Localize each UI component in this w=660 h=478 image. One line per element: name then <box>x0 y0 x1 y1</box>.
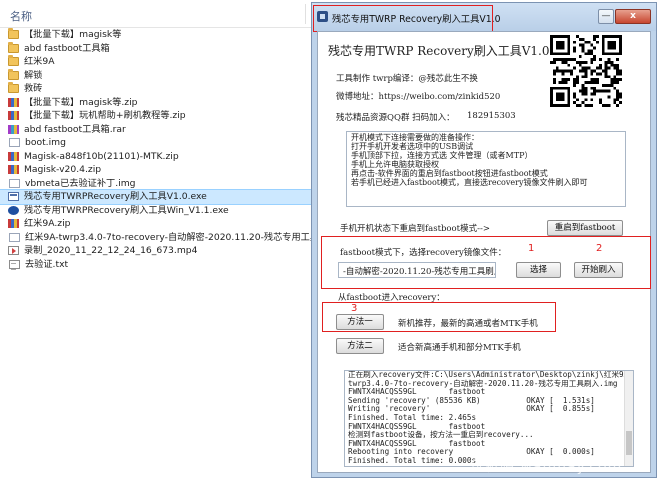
file-list: 【批量下载】magisk等 abd fastboot工具箱 红米9A 解锁救砖【批量下… <box>0 28 358 272</box>
method-two-description: 适合新高通手机和部分MTK手机 <box>398 343 521 353</box>
app-file-icon <box>8 205 19 215</box>
file-row[interactable]: 救砖 <box>0 82 312 96</box>
output-log[interactable]: 正在刷入recovery文件:C:\Users\Administrator\De… <box>344 370 634 467</box>
minimize-button[interactable]: — <box>598 9 614 24</box>
file-name: Magisk-a848f10b(21101)-MTK.zip <box>24 150 179 162</box>
watermark: 玩机吧 wanmay.com <box>470 459 623 475</box>
select-file-button[interactable]: 选择 <box>516 262 561 278</box>
file-row[interactable]: abd fastboot工具箱 <box>0 41 312 56</box>
file-row[interactable]: 红米9A-twrp3.4.0-7to-recovery-自动解密-2020.11… <box>0 231 358 245</box>
method-one-button[interactable]: 方法一 <box>336 314 384 330</box>
file-name: 录制_2020_11_22_12_24_16_673.mp4 <box>24 245 198 256</box>
rar-file-icon <box>8 124 19 134</box>
exe-file-icon <box>8 192 19 202</box>
log-lines: 正在刷入recovery文件:C:\Users\Administrator\De… <box>348 371 633 466</box>
recovery-image-path-field[interactable]: -自动解密-2020.11.20-残芯专用工具刷入.img <box>338 262 496 278</box>
file-name: vbmeta已去验证补丁.img <box>25 177 136 189</box>
file-row[interactable]: 残芯专用TWRPRecovery刷入工具Win_V1.1.exe <box>0 204 312 218</box>
file-row[interactable]: vbmeta已去验证补丁.img <box>0 177 312 191</box>
qq-group-label: 残芯精品资源QQ群 扫码加入： <box>336 113 455 123</box>
mp4-file-icon <box>8 246 19 256</box>
file-row[interactable]: Magisk-a848f10b(21101)-MTK.zip <box>0 150 312 164</box>
method-two-button[interactable]: 方法二 <box>336 338 384 354</box>
column-divider[interactable] <box>305 4 306 24</box>
file-name: 【批量下载】magisk等.zip <box>24 96 138 108</box>
column-header-name[interactable]: 名称 <box>0 0 312 28</box>
twrp-tool-window: 残芯专用TWRP Recovery刷入工具V1.0 — x 残芯专用TWRP R… <box>311 2 657 478</box>
column-header-label: 名称 <box>10 10 32 23</box>
file-row[interactable]: abd fastboot工具箱.rar <box>0 123 312 137</box>
reboot-fastboot-button[interactable]: 重启到fastboot <box>547 220 623 236</box>
instruction-line: 开机模式下连接需要做的准备操作： <box>351 133 479 142</box>
img-file-icon <box>9 138 20 148</box>
fastboot-select-label: fastboot模式下，选择recovery镜像文件： <box>340 248 507 258</box>
txt-file-icon <box>9 259 20 270</box>
weibo-label: 微博地址：https://weibo.com/zinkid520 <box>336 92 501 102</box>
file-name: 红米9A.zip <box>24 218 71 229</box>
file-name: 【批量下载】magisk等 <box>24 29 122 40</box>
annotation-number-3: 3 <box>351 303 358 314</box>
instruction-line: 再点击-软件界面的重启到fastboot按钮进fastboot模式 <box>351 169 548 178</box>
start-flash-button[interactable]: 开始刷入 <box>574 262 623 278</box>
zip-file-icon <box>8 151 19 161</box>
file-name: Magisk-v20.4.zip <box>24 164 102 175</box>
log-scroll-thumb[interactable] <box>626 431 632 455</box>
file-name: 去验证.txt <box>25 258 69 270</box>
file-row[interactable]: 【批量下载】magisk等 <box>0 28 312 42</box>
log-scrollbar[interactable] <box>624 371 633 466</box>
qr-code-icon <box>550 35 622 107</box>
method-one-description: 新机推荐，最新的高通或者MTK手机 <box>398 319 538 329</box>
folder-file-icon <box>8 82 19 94</box>
window-titlebar[interactable]: 残芯专用TWRP Recovery刷入工具V1.0 — x <box>312 3 656 32</box>
title-highlight-box <box>313 5 493 32</box>
instruction-line: 若手机已经进入fastboot模式，直接选recovery镜像文件刷入即可 <box>351 178 588 187</box>
instruction-line: 手机上允许电脑获取授权 <box>351 160 439 169</box>
img-file-icon <box>9 232 20 242</box>
folder-file-icon <box>8 28 19 40</box>
zip-file-icon <box>8 111 19 121</box>
close-button[interactable]: x <box>615 9 651 24</box>
file-row[interactable]: boot.img <box>0 136 312 150</box>
folder-file-icon <box>8 55 19 67</box>
file-row[interactable]: 残芯专用TWRPRecovery刷入工具V1.0.exe <box>0 189 313 205</box>
file-explorer: 名称 【批量下载】magisk等 abd fastboot工具箱 红米9A 解锁 救砖【… <box>0 0 358 478</box>
file-row[interactable]: 解锁 <box>0 68 312 83</box>
tool-heading: 残芯专用TWRP Recovery刷入工具V1.0 <box>328 44 550 58</box>
zip-file-icon <box>8 97 19 107</box>
file-name: 残芯专用TWRPRecovery刷入工具Win_V1.1.exe <box>24 204 229 216</box>
file-row[interactable]: 红米9A.zip <box>0 217 312 231</box>
file-name: 解锁 <box>24 69 43 81</box>
file-row[interactable]: 红米9A <box>0 55 312 69</box>
qq-number-field[interactable]: 182915303 <box>463 109 541 124</box>
folder-file-icon <box>8 41 19 53</box>
instructions-textbox[interactable]: 开机模式下连接需要做的准备操作： 打开手机开发者选项中的USB调试 手机顶部下拉，连… <box>346 131 626 207</box>
file-name: 救砖 <box>24 83 43 94</box>
file-name: 红米9A-twrp3.4.0-7to-recovery-自动解密-2020.11… <box>25 231 358 243</box>
file-row[interactable]: Magisk-v20.4.zip <box>0 163 312 177</box>
file-name: 红米9A <box>24 56 55 67</box>
instruction-line: 手机顶部下拉，连接方式选 文件管理（或者MTP） <box>351 151 533 160</box>
file-name: 【批量下载】玩机帮助+刷机教程等.zip <box>24 110 186 121</box>
file-name: abd fastboot工具箱.rar <box>24 123 126 135</box>
annotation-number-2: 2 <box>596 243 603 254</box>
zip-file-icon <box>8 219 19 229</box>
file-row[interactable]: 【批量下载】magisk等.zip <box>0 96 312 110</box>
zip-file-icon <box>8 165 19 175</box>
file-name: abd fastboot工具箱 <box>24 42 110 54</box>
file-row[interactable]: 去验证.txt <box>0 258 312 272</box>
file-row[interactable]: 录制_2020_11_22_12_24_16_673.mp4 <box>0 244 312 258</box>
file-name: boot.img <box>25 137 66 148</box>
annotation-number-1: 1 <box>528 243 535 254</box>
instruction-line: 打开手机开发者选项中的USB调试 <box>351 142 474 151</box>
author-label: 工具制作 twrp编译：@残芯此生不换 <box>336 74 478 84</box>
img-file-icon <box>9 178 20 188</box>
reboot-fastboot-label: 手机开机状态下重启到fastboot模式--> <box>340 224 490 234</box>
folder-file-icon <box>8 68 19 80</box>
file-name: 残芯专用TWRPRecovery刷入工具V1.0.exe <box>24 191 207 202</box>
file-row[interactable]: 【批量下载】玩机帮助+刷机教程等.zip <box>0 109 312 123</box>
window-client-area: 残芯专用TWRP Recovery刷入工具V1.0 工具制作 twrp编译：@残… <box>317 31 651 473</box>
